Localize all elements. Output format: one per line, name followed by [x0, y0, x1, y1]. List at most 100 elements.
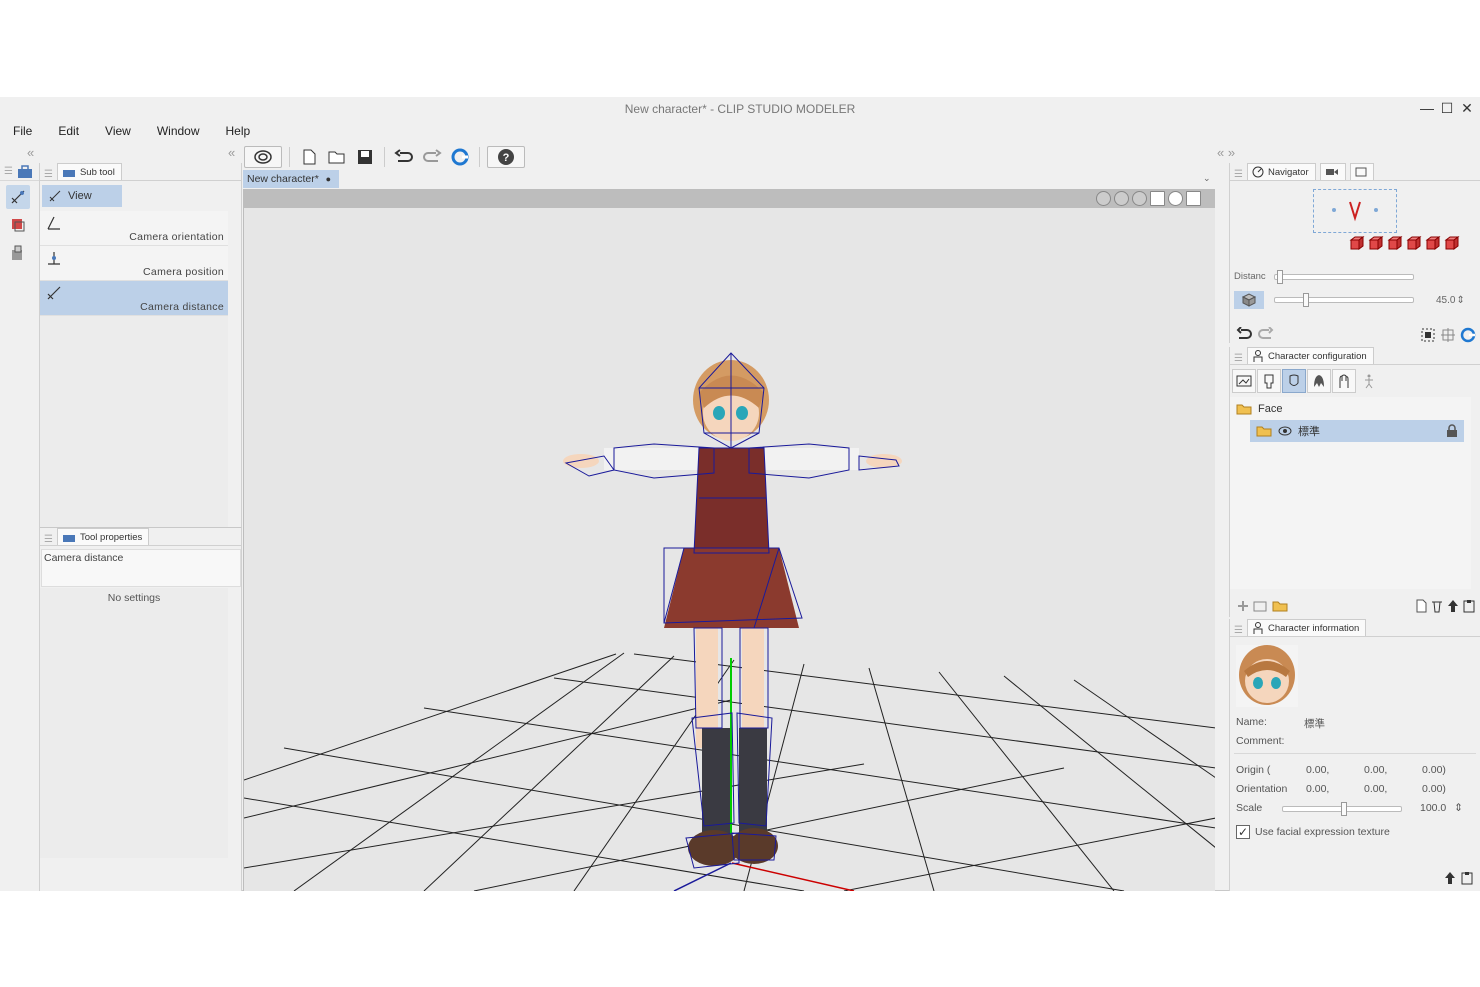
maximize-button[interactable]: ☐: [1438, 97, 1456, 121]
collapse-tool-strip-button[interactable]: «: [27, 145, 34, 160]
menu-edit[interactable]: Edit: [45, 121, 92, 141]
perspective-button[interactable]: [1234, 291, 1264, 309]
navigator-thumbnail[interactable]: [1313, 189, 1397, 233]
close-button[interactable]: ✕: [1458, 97, 1476, 121]
front-view-cube-icon[interactable]: [1349, 236, 1365, 250]
toolbox-icon[interactable]: [17, 164, 33, 179]
menu-help[interactable]: Help: [213, 121, 264, 141]
document-menu-arrow[interactable]: ⌄: [1203, 173, 1211, 184]
tree-folder-face[interactable]: Face: [1236, 398, 1282, 420]
fit-all-icon[interactable]: [1440, 327, 1456, 343]
tree-item-standard[interactable]: 標準: [1250, 420, 1464, 442]
redo-view-icon[interactable]: [1258, 327, 1274, 341]
category-hair-button[interactable]: [1307, 369, 1331, 393]
back-view-cube-icon[interactable]: [1368, 236, 1384, 250]
menu-view[interactable]: View: [92, 121, 144, 141]
help-button[interactable]: ?: [487, 146, 525, 168]
subtool-item-camera-distance[interactable]: Camera distance: [40, 281, 228, 316]
origin-z[interactable]: 0.00): [1422, 764, 1446, 776]
spiral-button[interactable]: [244, 146, 282, 168]
right-view-cube-icon[interactable]: [1406, 236, 1422, 250]
scale-slider[interactable]: [1282, 802, 1402, 816]
category-face-button[interactable]: [1282, 369, 1306, 393]
top-view-cube-icon[interactable]: [1425, 236, 1441, 250]
eye-icon[interactable]: [1278, 426, 1292, 436]
place-tool-button[interactable]: [6, 241, 30, 265]
undo-button[interactable]: [392, 146, 416, 168]
scale-slider-handle[interactable]: [1341, 802, 1347, 816]
3d-viewport[interactable]: [243, 208, 1215, 891]
add-icon[interactable]: [1236, 599, 1250, 613]
subtool-item-camera-orientation[interactable]: Camera orientation: [40, 211, 228, 246]
tab-camera[interactable]: [1319, 163, 1346, 180]
new-part-icon[interactable]: [1415, 599, 1427, 613]
menu-window[interactable]: Window: [144, 121, 213, 141]
add-image-icon[interactable]: [1253, 599, 1269, 613]
subtool-group-view[interactable]: View: [42, 185, 122, 207]
lock-icon[interactable]: [1446, 424, 1458, 438]
export-icon[interactable]: [1444, 871, 1456, 885]
clipboard-icon[interactable]: [1460, 871, 1474, 885]
save-button[interactable]: [353, 146, 377, 168]
paste-icon[interactable]: [1462, 599, 1476, 613]
panel-menu-icon[interactable]: ☰: [1234, 353, 1243, 364]
collapse-right-panels-button[interactable]: « »: [1217, 145, 1235, 160]
fov-spinner[interactable]: ⇕: [1456, 295, 1464, 306]
character-model[interactable]: [563, 360, 902, 866]
tab-preview[interactable]: [1349, 163, 1374, 180]
refresh-button[interactable]: [448, 146, 472, 168]
fov-value[interactable]: 45.0: [1436, 295, 1455, 306]
new-file-button[interactable]: [297, 146, 321, 168]
orientation-x[interactable]: 0.00,: [1306, 783, 1329, 795]
panel-menu-icon[interactable]: ☰: [44, 534, 53, 545]
facial-texture-checkbox[interactable]: ✓: [1236, 825, 1250, 839]
left-view-cube-icon[interactable]: [1387, 236, 1403, 250]
wireframe-sphere-icon[interactable]: [1096, 191, 1111, 206]
tab-character-information[interactable]: Character information: [1246, 619, 1367, 636]
orientation-z[interactable]: 0.00): [1422, 783, 1446, 795]
name-value[interactable]: 標準: [1304, 716, 1325, 731]
new-folder-icon[interactable]: [1272, 599, 1288, 613]
view-tool-button[interactable]: [6, 185, 30, 209]
panel-menu-icon[interactable]: ☰: [4, 166, 13, 177]
shaded-sphere-icon[interactable]: [1114, 191, 1129, 206]
menu-file[interactable]: File: [0, 121, 45, 141]
transform-tool-button[interactable]: [6, 213, 30, 237]
distance-slider-handle[interactable]: [1277, 269, 1283, 284]
move-up-icon[interactable]: [1447, 599, 1459, 613]
origin-y[interactable]: 0.00,: [1364, 764, 1387, 776]
tab-tool-properties[interactable]: Tool properties: [56, 528, 150, 545]
scale-value[interactable]: 100.0: [1420, 802, 1446, 814]
frame-icon[interactable]: [1186, 191, 1201, 206]
fov-slider-handle[interactable]: [1303, 293, 1309, 307]
tab-sub-tool[interactable]: Sub tool: [56, 163, 122, 180]
minimize-button[interactable]: —: [1418, 97, 1436, 121]
delete-icon[interactable]: [1430, 599, 1444, 613]
open-button[interactable]: [325, 146, 349, 168]
fit-selection-icon[interactable]: [1420, 327, 1436, 343]
tab-navigator[interactable]: Navigator: [1246, 163, 1316, 180]
distance-slider[interactable]: [1274, 269, 1414, 284]
reset-view-icon[interactable]: [1460, 327, 1476, 343]
tab-character-configuration[interactable]: Character configuration: [1246, 347, 1374, 364]
panel-menu-icon[interactable]: ☰: [44, 169, 53, 180]
bottom-view-cube-icon[interactable]: [1444, 236, 1460, 250]
category-image-button[interactable]: [1232, 369, 1256, 393]
panel-menu-icon[interactable]: ☰: [1234, 169, 1243, 180]
textured-sphere-icon[interactable]: [1132, 191, 1147, 206]
category-hands-button[interactable]: [1332, 369, 1356, 393]
category-body-button[interactable]: [1257, 369, 1281, 393]
fov-slider[interactable]: [1274, 293, 1414, 307]
origin-x[interactable]: 0.00,: [1306, 764, 1329, 776]
document-tab[interactable]: New character* ●: [243, 170, 339, 188]
orientation-y[interactable]: 0.00,: [1364, 783, 1387, 795]
redo-button[interactable]: [420, 146, 444, 168]
scale-spinner[interactable]: ⇕: [1454, 802, 1463, 814]
light-icon[interactable]: [1168, 191, 1183, 206]
category-pose-button[interactable]: [1357, 369, 1381, 393]
floor-grid-icon[interactable]: [1150, 191, 1165, 206]
collapse-left-panels-button[interactable]: «: [228, 145, 235, 160]
subtool-item-camera-position[interactable]: Camera position: [40, 246, 228, 281]
panel-menu-icon[interactable]: ☰: [1234, 625, 1243, 636]
undo-view-icon[interactable]: [1236, 327, 1252, 341]
